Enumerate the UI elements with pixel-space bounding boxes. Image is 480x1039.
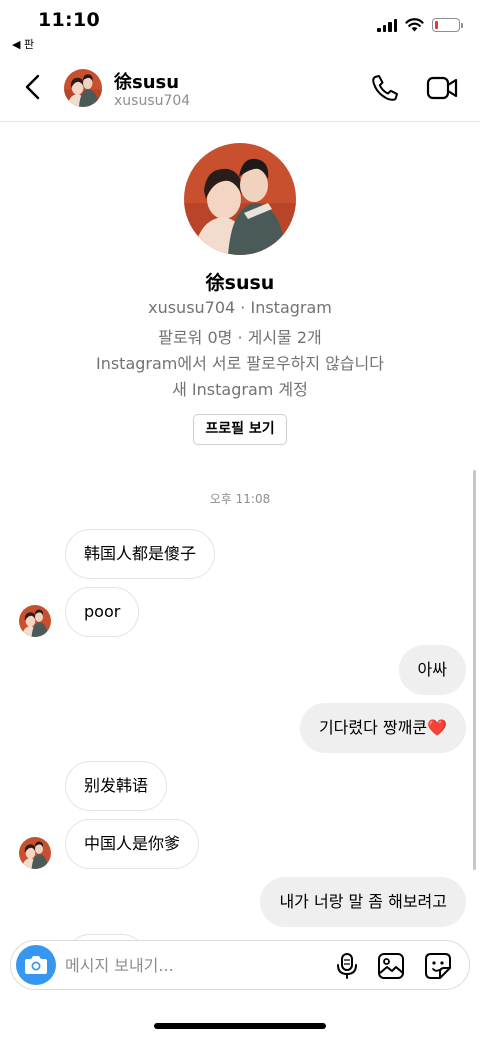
message-bubble[interactable]: 韩国人都是傻子 <box>65 529 216 579</box>
sender-avatar[interactable] <box>19 837 51 869</box>
message-text: 中国人是你爹 <box>84 834 181 853</box>
sender-avatar[interactable] <box>19 605 51 637</box>
camera-icon <box>25 956 47 974</box>
header-name[interactable]: 徐susu <box>114 68 179 94</box>
profile-new-account-line: 새 Instagram 계정 <box>172 380 308 399</box>
profile-follow-line: Instagram에서 서로 팔로우하지 않습니다 <box>95 354 385 373</box>
profile-username-line: xususu704 · Instagram <box>148 298 332 317</box>
message-bubble[interactable]: 기다렸다 짱깨쿤❤️ <box>299 703 466 753</box>
status-time: 11:10 <box>38 9 100 31</box>
status-icons <box>377 18 463 32</box>
message-bubble[interactable]: poor <box>65 587 140 637</box>
status-bar: 11:10 ◀ 판 <box>0 0 480 54</box>
view-profile-button[interactable]: 프로필 보기 <box>193 414 287 445</box>
sender-photo <box>19 605 51 637</box>
profile-name: 徐susu <box>205 272 275 294</box>
back-to-app-link[interactable]: ◀ 판 <box>12 36 34 52</box>
profile-stats-line: 팔로워 0명 · 게시물 2개 <box>158 328 322 347</box>
message-text: poor <box>84 602 121 621</box>
message-text: 别发韩语 <box>84 776 149 795</box>
message-bubble[interactable]: 내가 너랑 말 좀 해보려고 <box>260 877 466 927</box>
back-icon[interactable] <box>20 72 46 102</box>
scrollbar[interactable] <box>473 470 476 870</box>
avatar-photo <box>64 69 102 107</box>
profile-photo <box>184 143 296 255</box>
profile-avatar[interactable] <box>184 143 296 255</box>
chat-header: 徐susu xususu704 <box>0 56 480 122</box>
message-text: 기다렸다 짱깨쿤 <box>318 718 428 737</box>
message-text: 韩国人都是傻子 <box>84 544 197 563</box>
battery-icon <box>432 18 463 32</box>
message-composer <box>10 940 470 990</box>
message-text: 아싸 <box>417 660 447 679</box>
message-bubble[interactable]: 别发韩语 <box>65 761 168 811</box>
home-indicator[interactable] <box>154 1023 326 1029</box>
header-username: xususu704 <box>114 93 191 109</box>
message-text: 내가 너랑 말 좀 해보려고 <box>279 892 447 911</box>
avatar[interactable] <box>64 69 102 107</box>
video-icon[interactable] <box>426 74 458 102</box>
wifi-icon <box>405 18 424 32</box>
gallery-icon[interactable] <box>377 952 405 980</box>
microphone-icon[interactable] <box>336 952 358 980</box>
battery-level <box>435 21 438 29</box>
phone-icon[interactable] <box>370 73 400 103</box>
message-bubble[interactable]: 中国人是你爹 <box>65 819 200 869</box>
camera-button[interactable] <box>16 945 56 985</box>
sender-photo <box>19 837 51 869</box>
cellular-signal-icon <box>377 18 397 32</box>
message-timestamp: 오후 11:08 <box>209 492 271 506</box>
sticker-icon[interactable] <box>424 952 452 980</box>
message-input[interactable] <box>65 941 325 989</box>
heart-emoji: ❤️ <box>427 718 447 737</box>
message-bubble[interactable]: 아싸 <box>398 645 466 695</box>
